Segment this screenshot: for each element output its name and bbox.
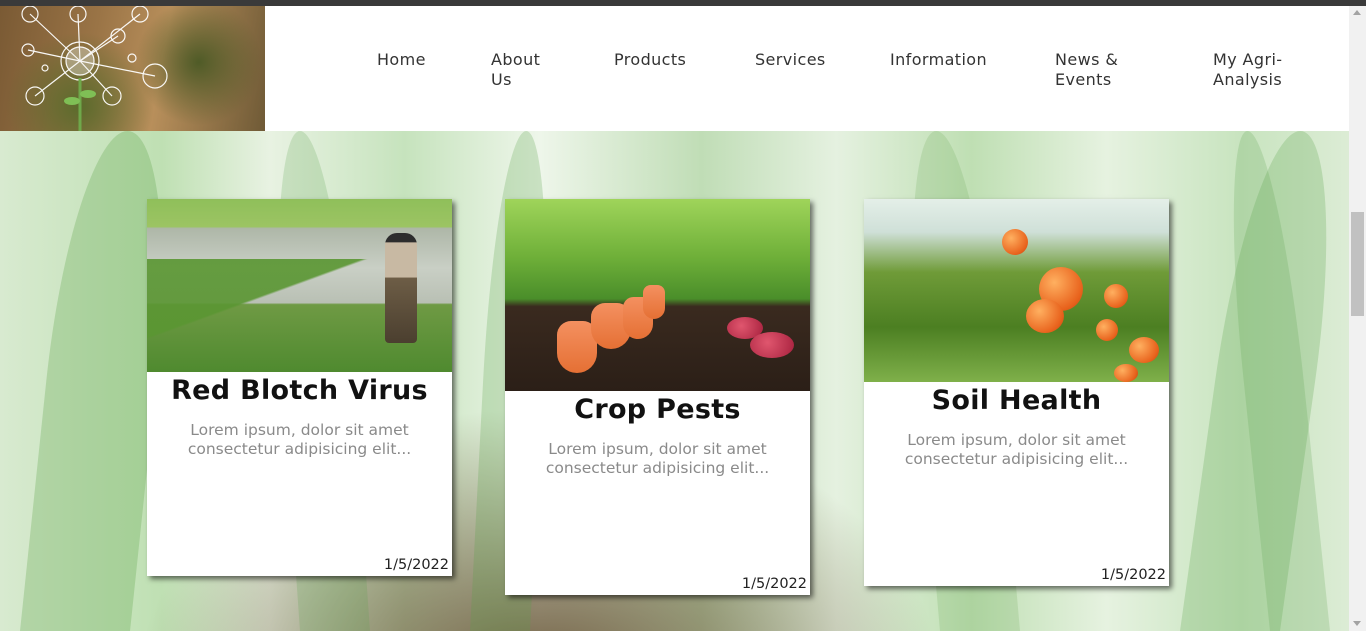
nav-item-label: Us bbox=[491, 70, 512, 89]
nav-item-label: News & bbox=[1055, 50, 1119, 69]
nav-item-home[interactable]: Home bbox=[377, 50, 426, 70]
nav-item-label: Products bbox=[614, 50, 687, 69]
nav-item-about-us[interactable]: About Us bbox=[491, 50, 540, 90]
article-card-soil-health[interactable]: Soil Health Lorem ipsum, dolor sit amet … bbox=[864, 199, 1169, 586]
nav-item-label: Information bbox=[890, 50, 988, 69]
hero-background: Red Blotch Virus Lorem ipsum, dolor sit … bbox=[0, 131, 1349, 631]
site-header: Home About Us Products Services Informat… bbox=[0, 6, 1349, 131]
nav-item-label: Events bbox=[1055, 70, 1112, 89]
card-date: 1/5/2022 bbox=[383, 557, 449, 573]
main-nav: Home About Us Products Services Informat… bbox=[340, 6, 1340, 131]
card-excerpt: Lorem ipsum, dolor sit amet consectetur … bbox=[545, 440, 770, 477]
nav-item-label: Analysis bbox=[1213, 70, 1283, 89]
nav-item-news-events[interactable]: News & Events bbox=[1055, 50, 1118, 90]
nav-item-services[interactable]: Services bbox=[755, 50, 826, 70]
nav-item-products[interactable]: Products bbox=[614, 50, 686, 70]
nav-item-my-agri-analysis[interactable]: My Agri- Analysis bbox=[1213, 50, 1282, 90]
nav-item-label: Home bbox=[377, 50, 426, 69]
scroll-down-arrow-icon[interactable] bbox=[1353, 621, 1361, 626]
nav-item-label: Services bbox=[755, 50, 826, 69]
rice-paddy-image bbox=[147, 199, 452, 372]
site-logo[interactable] bbox=[0, 6, 265, 131]
card-title: Soil Health bbox=[931, 385, 1102, 416]
article-card-red-blotch-virus[interactable]: Red Blotch Virus Lorem ipsum, dolor sit … bbox=[147, 199, 452, 576]
nav-item-label: About bbox=[491, 50, 541, 69]
agri-network-logo-icon bbox=[21, 6, 168, 131]
carrots-image bbox=[505, 199, 810, 391]
scroll-up-arrow-icon[interactable] bbox=[1353, 10, 1361, 15]
nav-item-information[interactable]: Information bbox=[890, 50, 987, 70]
article-card-crop-pests[interactable]: Crop Pests Lorem ipsum, dolor sit amet c… bbox=[505, 199, 810, 595]
orange-tree-image bbox=[864, 199, 1169, 382]
card-title: Red Blotch Virus bbox=[171, 375, 428, 406]
card-excerpt: Lorem ipsum, dolor sit amet consectetur … bbox=[187, 421, 412, 458]
nav-item-label: My Agri- bbox=[1213, 50, 1283, 69]
card-excerpt: Lorem ipsum, dolor sit amet consectetur … bbox=[904, 431, 1129, 468]
card-date: 1/5/2022 bbox=[1100, 567, 1166, 583]
page-scrollbar[interactable] bbox=[1349, 6, 1366, 631]
card-title: Crop Pests bbox=[574, 394, 741, 425]
scrollbar-thumb[interactable] bbox=[1351, 212, 1364, 316]
card-date: 1/5/2022 bbox=[741, 576, 807, 592]
